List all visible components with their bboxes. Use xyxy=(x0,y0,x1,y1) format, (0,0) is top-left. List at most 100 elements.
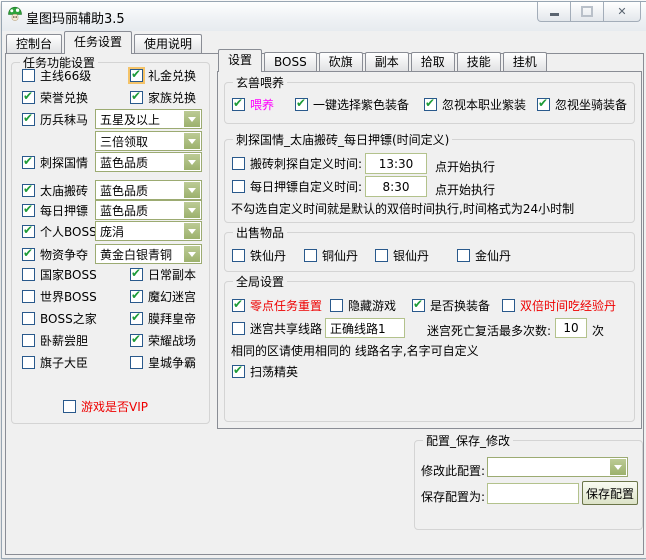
combo-value: 庞涓 xyxy=(100,224,125,239)
checkbox-label: 双倍时间吃经验丹 xyxy=(520,299,617,313)
checkbox-label: 膜拜皇帝 xyxy=(148,312,197,326)
maximize-button xyxy=(570,2,604,22)
checkbox-label: 个人BOSS xyxy=(40,225,97,239)
beast-feed-title: 玄兽喂养 xyxy=(233,74,288,91)
checkbox[interactable] xyxy=(22,69,35,82)
maze-death-input[interactable]: 10 xyxy=(555,318,587,338)
combo-personal-boss[interactable]: 庞涓 xyxy=(95,221,202,241)
checkbox[interactable] xyxy=(295,96,308,111)
combo-libing-quality[interactable]: 五星及以上 xyxy=(95,109,202,129)
save-config-input[interactable] xyxy=(487,483,579,504)
checkbox[interactable] xyxy=(22,268,35,281)
checkbox-label: 物资争夺 xyxy=(40,248,89,262)
check-woxin: 卧薪尝胆 xyxy=(22,333,88,348)
checkbox[interactable] xyxy=(232,363,245,378)
checkbox[interactable] xyxy=(130,332,143,347)
chevron-down-icon xyxy=(184,246,200,262)
minimize-button[interactable] xyxy=(537,2,571,22)
check-resource-fight: 物资争夺 xyxy=(22,246,89,262)
escort-time-input[interactable]: 8:30 xyxy=(365,176,427,197)
check-pick-purple: 一键选择紫色装备 xyxy=(295,96,409,112)
combo-value: 蓝色品质 xyxy=(100,203,149,218)
check-gift-exchange: 礼金兑换 xyxy=(130,67,196,83)
checkbox[interactable] xyxy=(330,299,343,312)
checkbox[interactable] xyxy=(22,89,35,104)
checkbox[interactable] xyxy=(412,297,425,312)
checkbox[interactable] xyxy=(424,96,437,111)
checkbox[interactable] xyxy=(22,334,35,347)
maze-line-input[interactable]: 正确线路1 xyxy=(325,318,405,338)
checkbox[interactable] xyxy=(130,266,143,281)
combo-value: 五星及以上 xyxy=(100,112,161,127)
checkbox[interactable] xyxy=(232,297,245,312)
checkbox-label: 零点任务重置 xyxy=(250,299,323,313)
checkbox-label: 太庙搬砖 xyxy=(40,184,89,198)
mushroom-icon xyxy=(8,6,22,21)
checkbox[interactable] xyxy=(22,202,35,217)
tab-jineng[interactable]: 技能 xyxy=(456,52,501,72)
checkbox[interactable] xyxy=(22,182,35,197)
chevron-down-icon xyxy=(184,223,200,239)
checkbox[interactable] xyxy=(130,310,143,325)
checkbox-label: 扫荡精英 xyxy=(250,365,299,379)
tab-boss[interactable]: BOSS xyxy=(264,52,317,72)
checkbox-label: 铁仙丹 xyxy=(250,249,287,263)
combo-value: 三倍领取 xyxy=(100,134,149,149)
combo-claim-mode[interactable]: 三倍领取 xyxy=(95,131,202,151)
checkbox[interactable] xyxy=(375,249,388,262)
title-bar: 皇图玛丽辅助3.5 ✕ xyxy=(2,2,646,31)
tab-kanqi[interactable]: 砍旗 xyxy=(318,52,363,72)
checkbox[interactable] xyxy=(304,249,317,262)
close-button[interactable]: ✕ xyxy=(603,2,641,22)
checkbox[interactable] xyxy=(232,157,245,170)
save-config-button[interactable]: 保存配置 xyxy=(582,481,638,505)
checkbox[interactable] xyxy=(130,356,143,369)
checkbox[interactable] xyxy=(232,322,245,335)
checkbox[interactable] xyxy=(22,154,35,169)
combo-escort-quality[interactable]: 蓝色品质 xyxy=(95,200,202,220)
checkbox-label: 每日押镖 xyxy=(40,204,89,218)
checkbox[interactable] xyxy=(232,96,245,111)
checkbox[interactable] xyxy=(130,288,143,303)
modify-config-combo[interactable] xyxy=(487,457,628,477)
combo-value: 黄金白银青铜 xyxy=(100,247,173,262)
checkbox-label: 刺探国情 xyxy=(40,156,89,170)
check-midnight-reset: 零点任务重置 xyxy=(232,297,323,313)
checkbox-label: 国家BOSS xyxy=(40,268,97,282)
checkbox[interactable] xyxy=(22,223,35,238)
maze-death-suffix: 次 xyxy=(592,324,605,338)
check-boss-home: BOSS之家 xyxy=(22,311,97,326)
check-magic-maze: 魔幻迷宫 xyxy=(130,288,196,304)
tab-help[interactable]: 使用说明 xyxy=(134,34,203,54)
combo-spy-quality[interactable]: 蓝色品质 xyxy=(95,152,202,172)
brick-spy-time-input[interactable]: 13:30 xyxy=(365,153,427,174)
checkbox[interactable] xyxy=(232,180,245,193)
tab-shezhi[interactable]: 设置 xyxy=(218,49,263,72)
checkbox[interactable] xyxy=(22,356,35,369)
checkbox[interactable] xyxy=(22,312,35,325)
checkbox-label: 每日押镖自定义时间: xyxy=(250,180,363,194)
tab-fuben[interactable]: 副本 xyxy=(364,52,409,72)
check-worship-emperor: 膜拜皇帝 xyxy=(130,310,197,326)
checkbox-label: 忽视本职业紫装 xyxy=(442,98,527,112)
combo-resource-tier[interactable]: 黄金白银青铜 xyxy=(95,244,202,264)
tab-task-settings[interactable]: 任务设置 xyxy=(64,31,133,54)
tab-guaji[interactable]: 挂机 xyxy=(502,52,547,72)
checkbox[interactable] xyxy=(22,290,35,303)
combo-temple-quality[interactable]: 蓝色品质 xyxy=(95,180,202,200)
checkbox[interactable] xyxy=(130,89,143,104)
tab-shiqu[interactable]: 拾取 xyxy=(410,52,455,72)
checkbox[interactable] xyxy=(22,111,35,126)
check-glory-battlefield: 荣耀战场 xyxy=(130,332,196,348)
checkbox[interactable] xyxy=(457,249,470,262)
checkbox[interactable] xyxy=(22,246,35,261)
checkbox-label: 迷宫共享线路 xyxy=(250,322,323,336)
checkbox[interactable] xyxy=(130,67,143,82)
checkbox-label: 荣誉兑换 xyxy=(40,91,89,105)
checkbox[interactable] xyxy=(63,400,76,413)
checkbox[interactable] xyxy=(537,96,550,111)
tab-console[interactable]: 控制台 xyxy=(6,34,63,54)
checkbox[interactable] xyxy=(502,299,515,312)
checkbox[interactable] xyxy=(232,249,245,262)
check-mainline66: 主线66级 xyxy=(22,68,91,83)
